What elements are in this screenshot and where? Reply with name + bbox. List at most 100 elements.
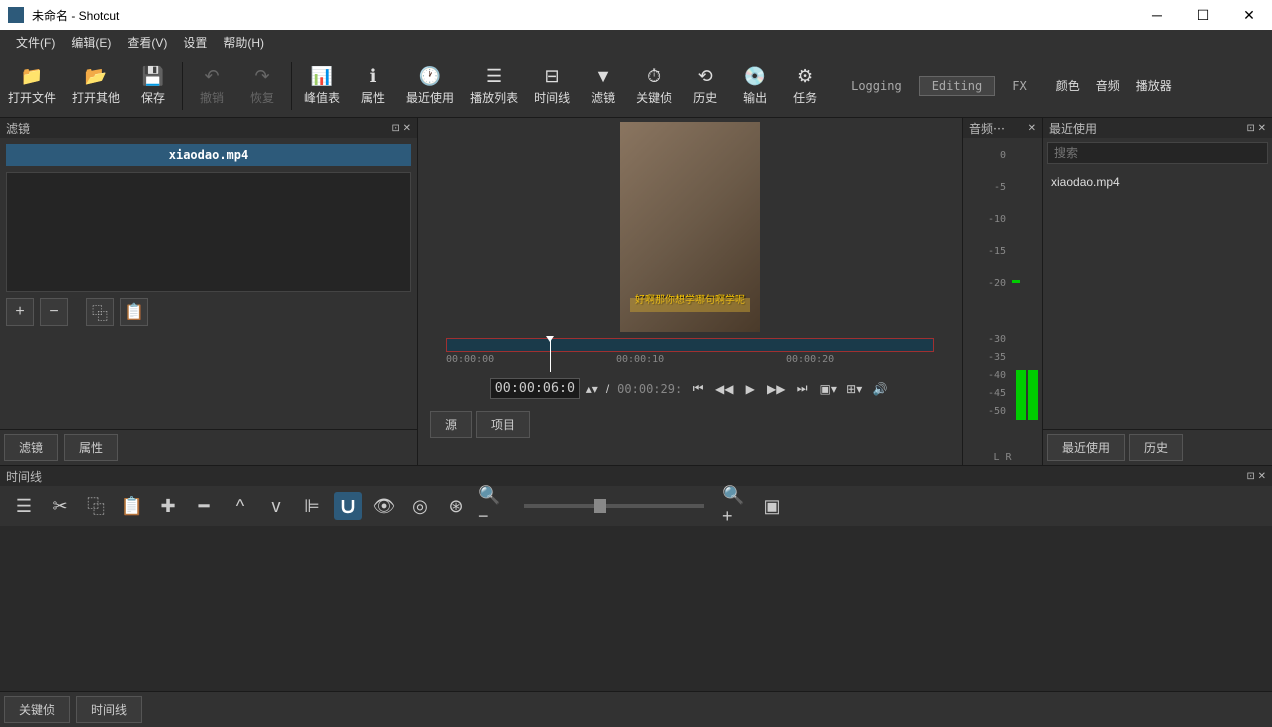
- tc-spinner[interactable]: ▴▾: [586, 382, 598, 396]
- recent-item[interactable]: xiaodao.mp4: [1051, 172, 1264, 192]
- tl-delete-button[interactable]: ━: [190, 492, 218, 520]
- tl-snap-button[interactable]: [334, 492, 362, 520]
- open-file-button[interactable]: 📁打开文件: [0, 62, 64, 110]
- meter-left: [1016, 370, 1026, 420]
- tl-insert-button[interactable]: v: [262, 492, 290, 520]
- open-other-button[interactable]: 📂打开其他: [64, 62, 128, 110]
- keyframes-button[interactable]: ⏱关键侦: [628, 62, 680, 110]
- redo-icon: ↷: [254, 66, 269, 87]
- tab-filter[interactable]: 滤镜: [4, 434, 58, 461]
- export-button[interactable]: 💿输出: [730, 62, 780, 110]
- menubar: 文件(F) 编辑(E) 查看(V) 设置 帮助(H): [0, 30, 1272, 54]
- tick-1: 00:00:10: [616, 354, 664, 365]
- mode-logging[interactable]: Logging: [838, 76, 915, 96]
- window-title: 未命名 - Shotcut: [32, 7, 1134, 24]
- mode-fx[interactable]: FX: [999, 76, 1039, 96]
- mode-editing[interactable]: Editing: [919, 76, 996, 96]
- filter-source[interactable]: xiaodao.mp4: [6, 144, 411, 166]
- zoom-mode-button[interactable]: ▣▾: [818, 379, 838, 399]
- timeline-icon: ⊟: [545, 66, 560, 87]
- meter-bars: [1016, 370, 1038, 420]
- menu-view[interactable]: 查看(V): [119, 30, 175, 55]
- tab-recent[interactable]: 最近使用: [1047, 434, 1125, 461]
- copy-filter-button[interactable]: ⿻: [86, 298, 114, 326]
- jobs-button[interactable]: ⚙任务: [780, 62, 830, 110]
- timeline-button[interactable]: ⊟时间线: [526, 62, 578, 110]
- volume-button[interactable]: 🔊: [870, 379, 890, 399]
- filters-button[interactable]: ▼滤镜: [578, 62, 628, 110]
- timeline-panel: 时间线 ⊡ ✕ ☰ ✂ ⿻ 📋 ✚ ━ ^ v ⊫ 👁 ◎ ⊛ 🔍− 🔍+ ▣ …: [0, 465, 1272, 727]
- minimize-button[interactable]: ─: [1134, 0, 1180, 30]
- recent-panel-close[interactable]: ⊡ ✕: [1246, 123, 1266, 134]
- close-button[interactable]: ✕: [1226, 0, 1272, 30]
- timecode-input[interactable]: [490, 378, 580, 399]
- gear-icon: ⚙: [797, 66, 813, 87]
- tab-history[interactable]: 历史: [1129, 434, 1183, 461]
- search-input[interactable]: [1047, 142, 1268, 164]
- paste-filter-button[interactable]: 📋: [120, 298, 148, 326]
- redo-button[interactable]: ↷恢复: [237, 62, 287, 110]
- audio-panel-close[interactable]: ✕: [1028, 123, 1036, 134]
- tl-menu-button[interactable]: ☰: [10, 492, 38, 520]
- playlist-button[interactable]: ☰播放列表: [462, 62, 526, 110]
- tl-cut-button[interactable]: ✂: [46, 492, 74, 520]
- skip-next-button[interactable]: ⏭: [792, 379, 812, 399]
- video-preview[interactable]: 好啊那你想学哪句啊学呢: [620, 122, 760, 332]
- forward-button[interactable]: ▶▶: [766, 379, 786, 399]
- history-button[interactable]: ⟲历史: [680, 62, 730, 110]
- tl-ripple-button[interactable]: ◎: [406, 492, 434, 520]
- tl-overwrite-button[interactable]: ⊫: [298, 492, 326, 520]
- remove-filter-button[interactable]: −: [40, 298, 68, 326]
- tab-keyframes[interactable]: 关键侦: [4, 696, 70, 723]
- tl-lift-button[interactable]: ^: [226, 492, 254, 520]
- duration-label: 00:00:29:: [617, 382, 682, 396]
- maximize-button[interactable]: ☐: [1180, 0, 1226, 30]
- recent-list: xiaodao.mp4: [1043, 168, 1272, 429]
- menu-edit[interactable]: 编辑(E): [63, 30, 119, 55]
- peak-meter-button[interactable]: 📊峰值表: [296, 62, 348, 110]
- menu-file[interactable]: 文件(F): [8, 30, 63, 55]
- filter-panel-header: 滤镜 ⊡ ✕: [0, 118, 417, 138]
- timeline-tracks[interactable]: [0, 526, 1272, 691]
- tl-zoom-out-button[interactable]: 🔍−: [478, 492, 506, 520]
- player-tab[interactable]: 播放器: [1128, 73, 1180, 98]
- folder-plus-icon: 📂: [85, 66, 107, 87]
- menu-help[interactable]: 帮助(H): [215, 30, 272, 55]
- tab-source[interactable]: 源: [430, 411, 472, 438]
- color-tab[interactable]: 颜色: [1048, 73, 1088, 98]
- menu-settings[interactable]: 设置: [175, 30, 215, 55]
- timeline-header: 时间线 ⊡ ✕: [0, 466, 1272, 486]
- filter-list: [6, 172, 411, 292]
- rewind-button[interactable]: ◀◀: [714, 379, 734, 399]
- play-button[interactable]: ▶: [740, 379, 760, 399]
- skip-prev-button[interactable]: ⏮: [688, 379, 708, 399]
- tl-zoom-slider[interactable]: [524, 504, 704, 508]
- preview-panel: 好啊那你想学哪句啊学呢 00:00:00 00:00:10 00:00:20 ▴…: [418, 118, 962, 465]
- tick-2: 00:00:20: [786, 354, 834, 365]
- tl-ripple-all-button[interactable]: ⊛: [442, 492, 470, 520]
- timeline-close[interactable]: ⊡ ✕: [1246, 471, 1266, 482]
- save-button[interactable]: 💾保存: [128, 62, 178, 110]
- properties-button[interactable]: ℹ属性: [348, 62, 398, 110]
- main-toolbar: 📁打开文件 📂打开其他 💾保存 ↶撤销 ↷恢复 📊峰值表 ℹ属性 🕐最近使用 ☰…: [0, 54, 1272, 118]
- app-icon: [8, 7, 24, 23]
- tl-paste-button[interactable]: 📋: [118, 492, 146, 520]
- undo-button[interactable]: ↶撤销: [187, 62, 237, 110]
- tab-properties[interactable]: 属性: [64, 434, 118, 461]
- titlebar: 未命名 - Shotcut ─ ☐ ✕: [0, 0, 1272, 30]
- tl-zoom-in-button[interactable]: 🔍+: [722, 492, 750, 520]
- audio-tab[interactable]: 音频: [1088, 73, 1128, 98]
- tab-project[interactable]: 项目: [476, 411, 530, 438]
- lr-label: L R: [963, 450, 1042, 465]
- history-icon: ⟲: [698, 66, 713, 87]
- tab-timeline[interactable]: 时间线: [76, 696, 142, 723]
- tl-copy-button[interactable]: ⿻: [82, 492, 110, 520]
- recent-button[interactable]: 🕐最近使用: [398, 62, 462, 110]
- tl-scrub-button[interactable]: 👁: [370, 492, 398, 520]
- grid-button[interactable]: ⊞▾: [844, 379, 864, 399]
- filter-panel-close[interactable]: ⊡ ✕: [391, 123, 411, 134]
- add-filter-button[interactable]: +: [6, 298, 34, 326]
- tl-zoom-fit-button[interactable]: ▣: [758, 492, 786, 520]
- tl-append-button[interactable]: ✚: [154, 492, 182, 520]
- scrubber[interactable]: 00:00:00 00:00:10 00:00:20: [440, 336, 940, 372]
